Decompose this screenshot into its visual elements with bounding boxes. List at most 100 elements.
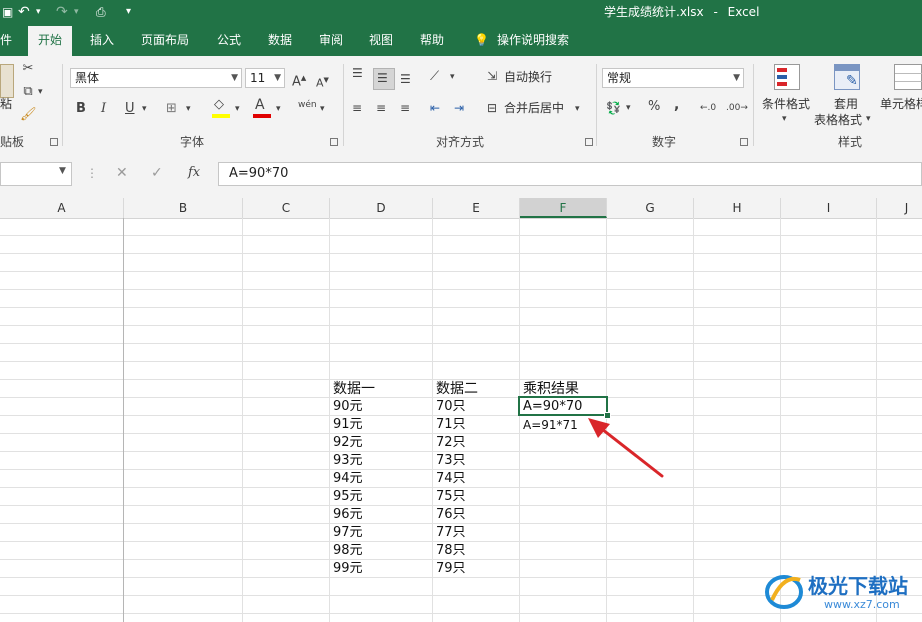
formula-input[interactable]: A=90*70 <box>218 162 922 186</box>
cell-e[interactable]: 75只 <box>434 488 466 506</box>
decrease-decimal-icon[interactable]: .00→ <box>726 99 748 117</box>
cell-d[interactable]: 90元 <box>331 398 363 416</box>
bold-button[interactable]: B <box>76 100 86 118</box>
number-format-select[interactable]: 常规 ▼ <box>602 68 744 88</box>
format-painter-icon[interactable]: 🖌 <box>20 106 37 124</box>
cell-e[interactable]: 72只 <box>434 434 466 452</box>
cell-e[interactable]: 77只 <box>434 524 466 542</box>
column-header-h[interactable]: H <box>694 198 781 218</box>
cell-styles-button[interactable]: 单元格样 <box>880 94 922 114</box>
cell-d[interactable]: 98元 <box>331 542 363 560</box>
tab-home[interactable]: 开始 <box>28 26 73 56</box>
column-header-j[interactable]: J <box>877 198 922 218</box>
cut-icon[interactable]: ✂ <box>20 60 36 78</box>
conditional-dropdown-icon[interactable]: ▾ <box>782 110 787 128</box>
wrap-text-icon[interactable]: ⇲ <box>487 67 497 85</box>
borders-icon[interactable]: ⊞ <box>166 100 177 118</box>
grow-font-icon[interactable]: A▲ <box>292 69 306 91</box>
column-header-e[interactable]: E <box>433 198 520 218</box>
column-header-a[interactable]: A <box>0 198 124 218</box>
fill-color-dropdown-icon[interactable]: ▾ <box>235 100 240 118</box>
accounting-dropdown-icon[interactable]: ▾ <box>626 99 631 117</box>
format-as-table-icon[interactable]: ✎ <box>832 62 862 92</box>
underline-dropdown-icon[interactable]: ▾ <box>142 100 147 118</box>
cell-e[interactable]: 70只 <box>434 398 466 416</box>
format-as-table-label-2[interactable]: 表格格式 <box>814 110 862 130</box>
undo-dropdown-icon[interactable]: ▾ <box>36 0 41 24</box>
cell-d[interactable]: 99元 <box>331 560 363 578</box>
shrink-font-icon[interactable]: A▼ <box>316 71 329 93</box>
tab-data[interactable]: 数据 <box>268 24 292 56</box>
column-header-g[interactable]: G <box>607 198 694 218</box>
cell-e[interactable]: 76只 <box>434 506 466 524</box>
align-top-icon[interactable]: ☰ <box>352 64 363 82</box>
phonetic-guide-icon[interactable]: wén <box>298 96 317 114</box>
orientation-icon[interactable]: ⟋ <box>430 68 439 86</box>
fill-color-icon[interactable]: ◇ <box>214 96 224 114</box>
undo-icon[interactable]: ↶ <box>18 0 30 24</box>
cancel-icon[interactable]: ✕ <box>116 165 128 181</box>
cell-d[interactable]: 92元 <box>331 434 363 452</box>
number-launcher-icon[interactable] <box>740 138 748 146</box>
format-as-table-dropdown-icon[interactable]: ▾ <box>866 110 871 128</box>
align-middle-button[interactable]: ☰ <box>373 68 395 90</box>
cell-styles-icon[interactable] <box>894 64 922 90</box>
insert-function-icon[interactable]: fx <box>188 165 200 180</box>
cell-d-header[interactable]: 数据一 <box>331 380 375 398</box>
paste-icon[interactable] <box>0 64 14 98</box>
font-color-dropdown-icon[interactable]: ▾ <box>276 100 281 118</box>
cell-d[interactable]: 93元 <box>331 452 363 470</box>
column-header-d[interactable]: D <box>330 198 433 218</box>
worksheet-grid[interactable]: 数据一 数据二 乘积结果 90元 70只 A=90*70 91元 71只 A=9… <box>0 218 922 622</box>
align-left-icon[interactable]: ≡ <box>352 99 362 117</box>
column-header-b[interactable]: B <box>124 198 243 218</box>
font-launcher-icon[interactable] <box>330 138 338 146</box>
cell-e[interactable]: 79只 <box>434 560 466 578</box>
font-size-select[interactable]: 11 ▼ <box>245 68 285 88</box>
name-box[interactable]: ▼ <box>0 162 72 186</box>
copy-dropdown-icon[interactable]: ▾ <box>38 83 43 101</box>
cell-e[interactable]: 74只 <box>434 470 466 488</box>
cell-e[interactable]: 78只 <box>434 542 466 560</box>
wrap-text-button[interactable]: 自动换行 <box>504 67 552 87</box>
conditional-formatting-icon[interactable] <box>772 62 802 92</box>
column-header-c[interactable]: C <box>243 198 330 218</box>
align-center-icon[interactable]: ≡ <box>376 99 386 117</box>
tab-view[interactable]: 视图 <box>369 24 393 56</box>
enter-icon[interactable]: ✓ <box>151 165 163 181</box>
clipboard-launcher-icon[interactable] <box>50 138 58 146</box>
redo-dropdown-icon[interactable]: ▾ <box>74 0 79 24</box>
underline-button[interactable]: U <box>125 100 135 118</box>
column-header-i[interactable]: I <box>781 198 877 218</box>
font-name-select[interactable]: 黑体 ▼ <box>70 68 242 88</box>
print-preview-icon[interactable]: ⎙ <box>96 0 106 24</box>
italic-button[interactable]: I <box>101 100 106 118</box>
cell-d[interactable]: 96元 <box>331 506 363 524</box>
customize-qat-icon[interactable]: ▾ <box>126 0 131 24</box>
tab-file[interactable]: 件 <box>0 24 12 56</box>
tell-me-search[interactable]: 💡 操作说明搜索 <box>474 24 569 56</box>
cell-d[interactable]: 94元 <box>331 470 363 488</box>
align-right-icon[interactable]: ≡ <box>400 99 410 117</box>
merge-dropdown-icon[interactable]: ▾ <box>575 100 580 118</box>
tab-page-layout[interactable]: 页面布局 <box>141 24 189 56</box>
increase-indent-icon[interactable]: ⇥ <box>454 99 464 117</box>
cell-e-header[interactable]: 数据二 <box>434 380 478 398</box>
comma-style-button[interactable]: , <box>674 96 679 114</box>
paste-label[interactable]: 粘 <box>0 94 12 114</box>
cell-f[interactable]: A=91*71 <box>521 416 578 434</box>
decrease-indent-icon[interactable]: ⇤ <box>430 99 440 117</box>
cell-d[interactable]: 95元 <box>331 488 363 506</box>
accounting-format-icon[interactable]: 💱 <box>606 99 621 117</box>
orientation-dropdown-icon[interactable]: ▾ <box>450 68 455 86</box>
tab-help[interactable]: 帮助 <box>420 24 444 56</box>
chevron-down-icon[interactable]: ▼ <box>59 166 66 176</box>
font-color-icon[interactable]: A <box>255 96 265 114</box>
increase-decimal-icon[interactable]: ←.0 <box>700 99 716 117</box>
borders-dropdown-icon[interactable]: ▾ <box>186 100 191 118</box>
phonetic-dropdown-icon[interactable]: ▾ <box>320 100 325 118</box>
cell-d[interactable]: 97元 <box>331 524 363 542</box>
tab-formulas[interactable]: 公式 <box>217 24 241 56</box>
tab-insert[interactable]: 插入 <box>90 24 114 56</box>
merge-center-button[interactable]: 合并后居中 <box>504 98 564 118</box>
